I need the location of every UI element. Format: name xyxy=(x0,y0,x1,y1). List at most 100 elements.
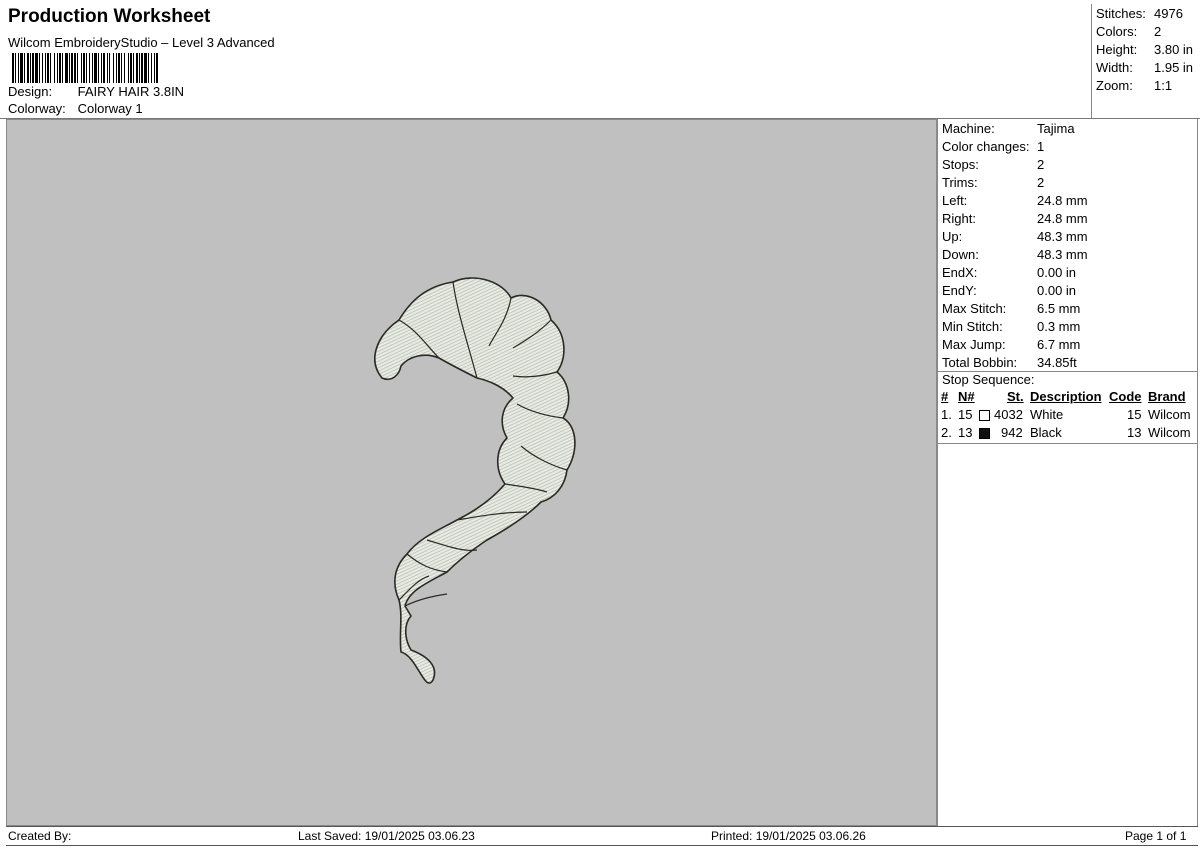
barcode-bar xyxy=(12,53,14,83)
barcode-bar xyxy=(151,53,152,83)
summary-label: Height: xyxy=(1096,42,1138,57)
barcode-bar xyxy=(57,53,58,83)
barcode-bar xyxy=(101,53,102,83)
barcode-bar xyxy=(118,53,120,83)
info-value: 0.00 in xyxy=(1037,265,1077,280)
summary-row-zoom: Zoom: 1:1 xyxy=(1096,78,1172,96)
stop-code: 13 xyxy=(1127,425,1142,440)
summary-row-stitches: Stitches: 4976 xyxy=(1096,6,1183,24)
barcode-bar xyxy=(144,53,147,83)
stop-sequence-title: Stop Sequence: xyxy=(942,372,1035,387)
worksheet-header: Production Worksheet Wilcom EmbroiderySt… xyxy=(6,4,1096,118)
col-num: # xyxy=(941,389,949,404)
summary-value: 3.80 in xyxy=(1154,42,1194,57)
stop-needle: 13 xyxy=(958,425,973,440)
design-row: Design: FAIRY HAIR 3.8IN xyxy=(8,84,184,99)
info-value: 48.3 mm xyxy=(1037,247,1088,262)
info-value: 24.8 mm xyxy=(1037,193,1088,208)
barcode-bar xyxy=(62,53,63,83)
stop-needle: 15 xyxy=(958,407,973,422)
info-value: 6.7 mm xyxy=(1037,337,1081,352)
last-saved: Last Saved: 19/01/2025 03.06.23 xyxy=(298,829,475,843)
colorway-label: Colorway: xyxy=(8,101,66,116)
summary-value: 2 xyxy=(1154,24,1162,39)
barcode-bar xyxy=(130,53,132,83)
info-row: EndY: 0.00 in xyxy=(942,283,1076,301)
info-row: Left: 24.8 mm xyxy=(942,193,1088,211)
barcode-bar xyxy=(42,53,43,83)
info-value: 0.00 in xyxy=(1037,283,1077,298)
barcode-bar xyxy=(116,53,117,83)
info-row: Stops: 2 xyxy=(942,157,1044,175)
design-preview-canvas[interactable] xyxy=(6,119,937,826)
info-row: Min Stitch: 0.3 mm xyxy=(942,319,1080,337)
summary-row-width: Width: 1.95 in xyxy=(1096,60,1193,78)
stop-brand: Wilcom xyxy=(1148,425,1191,440)
info-value: 48.3 mm xyxy=(1037,229,1088,244)
barcode-bar xyxy=(83,53,85,83)
barcode-bar xyxy=(45,53,46,83)
barcode-bar xyxy=(77,53,78,83)
created-by: Created By: xyxy=(8,829,72,843)
info-value: 24.8 mm xyxy=(1037,211,1088,226)
page-title: Production Worksheet xyxy=(8,6,211,27)
info-row: Trims: 2 xyxy=(942,175,1044,193)
barcode-bar xyxy=(139,53,140,83)
stop-num: 1. xyxy=(941,407,952,422)
info-label: Max Stitch: xyxy=(942,301,1007,316)
info-row: Max Jump: 6.7 mm xyxy=(942,337,1080,355)
barcode-bar xyxy=(148,53,149,83)
info-value: 2 xyxy=(1037,175,1045,190)
barcode-bar xyxy=(86,53,87,83)
summary-label: Zoom: xyxy=(1096,78,1133,93)
stop-description: Black xyxy=(1030,425,1062,440)
summary-value: 1:1 xyxy=(1154,78,1173,93)
info-label: Up: xyxy=(942,229,963,244)
stop-description: White xyxy=(1030,407,1064,422)
barcode-bar xyxy=(124,53,125,83)
stop-row: 1. 15 4032 White 15 Wilcom xyxy=(938,407,1197,425)
stop-row: 2. 13 942 Black 13 Wilcom xyxy=(938,425,1197,443)
col-brand: Brand xyxy=(1148,389,1186,404)
info-row: Right: 24.8 mm xyxy=(942,211,1088,229)
stop-stitches: 4032 xyxy=(994,407,1023,422)
embroidery-design xyxy=(374,277,576,684)
info-label: Max Jump: xyxy=(942,337,1006,352)
colorway-row: Colorway: Colorway 1 xyxy=(8,101,143,116)
info-label: Min Stitch: xyxy=(942,319,1003,334)
col-needle: N# xyxy=(958,389,975,404)
barcode-bar xyxy=(18,53,19,83)
barcode-bar xyxy=(30,53,31,83)
design-label: Design: xyxy=(8,84,53,99)
barcode-bar xyxy=(69,53,70,83)
info-value: 1 xyxy=(1037,139,1045,154)
barcode-bar xyxy=(27,53,29,83)
info-label: Stops: xyxy=(942,157,979,172)
barcode-bar xyxy=(54,53,55,83)
hair-outline xyxy=(374,277,576,684)
barcode-bar xyxy=(35,53,38,83)
color-swatch xyxy=(979,410,990,421)
barcode-bar xyxy=(109,53,110,83)
barcode-bar xyxy=(89,53,90,83)
info-value: 6.5 mm xyxy=(1037,301,1081,316)
col-description: Description xyxy=(1030,389,1102,404)
colorway-value: Colorway 1 xyxy=(77,101,143,116)
barcode-bar xyxy=(92,53,93,83)
machine-info-panel: Machine: Tajima Color changes: 1 Stops: 2 T… xyxy=(937,119,1198,826)
stop-code: 15 xyxy=(1127,407,1142,422)
barcode-bar xyxy=(81,53,82,83)
info-label: Down: xyxy=(942,247,979,262)
software-name: Wilcom EmbroideryStudio – Level 3 Advanc… xyxy=(8,35,275,50)
info-label: Right: xyxy=(942,211,976,226)
page-number: Page 1 of 1 xyxy=(1125,829,1187,843)
info-row: Down: 48.3 mm xyxy=(942,247,1088,265)
barcode-bar xyxy=(121,53,122,83)
info-label: Machine: xyxy=(942,121,995,136)
barcode-bar xyxy=(50,53,51,83)
barcode-bar xyxy=(15,53,16,83)
barcode-bar xyxy=(113,53,114,83)
barcode-bar xyxy=(133,53,134,83)
barcode-bar xyxy=(136,53,138,83)
section-divider xyxy=(938,443,1197,444)
